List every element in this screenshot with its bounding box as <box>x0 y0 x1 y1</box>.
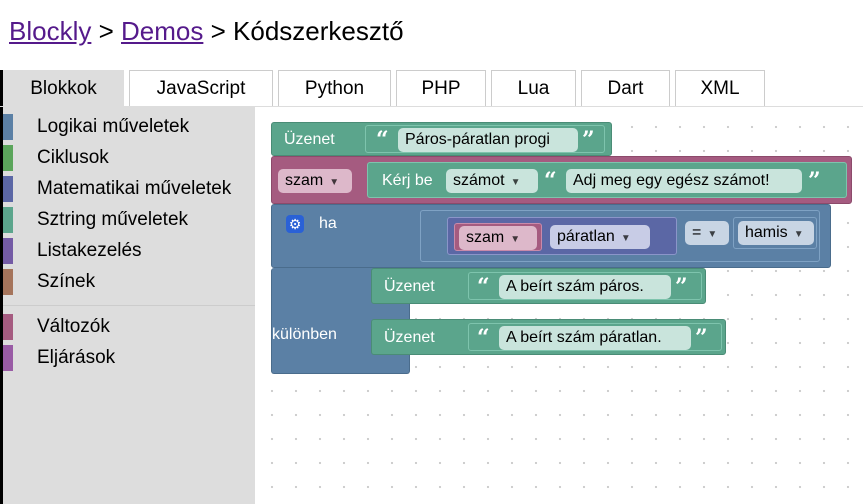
quote-open-icon: “ <box>477 274 490 300</box>
prompt-block[interactable]: Kérj be számot ▼ “ Adj meg egy egész szám… <box>367 162 847 198</box>
tab-dart[interactable]: Dart <box>581 70 670 107</box>
tab-javascript[interactable]: JavaScript <box>129 70 273 107</box>
chevron-down-icon: ▼ <box>707 229 718 240</box>
text-block[interactable]: “ Páros-páratlan progi ” <box>365 125 605 153</box>
text-field[interactable]: Páros-páratlan progi <box>398 128 578 152</box>
breadcrumb-separator: > <box>98 16 114 46</box>
property-dropdown[interactable]: páratlan ▼ <box>550 225 650 249</box>
toolbox-category-lists[interactable]: Listakezelés <box>3 238 255 264</box>
variable-get-block[interactable]: szam ▼ <box>454 223 542 251</box>
boolean-value: hamis <box>745 224 788 241</box>
print-label: Üzenet <box>284 131 335 148</box>
variable-name: szam <box>466 229 505 246</box>
category-label: Logikai műveletek <box>37 116 190 137</box>
gear-icon[interactable]: ⚙ <box>286 215 304 233</box>
boolean-dropdown[interactable]: hamis ▼ <box>738 221 814 245</box>
category-color-swatch <box>3 145 13 171</box>
toolbox-category-logic[interactable]: Logikai műveletek <box>3 114 255 140</box>
else-label: különben <box>272 326 337 343</box>
prompt-type-value: számot <box>453 172 505 189</box>
chevron-down-icon: ▼ <box>329 177 340 188</box>
quote-open-icon: “ <box>376 127 389 153</box>
toolbox-separator <box>3 305 255 306</box>
toolbox-category-math[interactable]: Matematikai műveletek <box>3 176 255 202</box>
breadcrumb-blockly-link[interactable]: Blockly <box>9 16 91 46</box>
category-label: Matematikai műveletek <box>37 178 232 199</box>
toolbox-category-loops[interactable]: Ciklusok <box>3 145 255 171</box>
blockly-workspace[interactable]: Üzenet “ Páros-páratlan progi ” szam ▼ Ké… <box>255 107 863 504</box>
toolbox: Logikai műveletek Ciklusok Matematikai m… <box>3 107 255 504</box>
math-property-block[interactable]: szam ▼ páratlan ▼ <box>447 217 677 255</box>
breadcrumb: Blockly > Demos > Kódszerkesztő <box>9 16 404 47</box>
quote-close-icon: ” <box>675 274 688 300</box>
tab-xml[interactable]: XML <box>675 70 765 107</box>
operator-value: = <box>692 224 702 241</box>
text-block[interactable]: “ A beírt szám páratlan. ” <box>468 323 722 351</box>
toolbox-category-variables[interactable]: Változók <box>3 314 255 340</box>
page-title: Kódszerkesztő <box>233 16 404 46</box>
tab-lua[interactable]: Lua <box>491 70 576 107</box>
variable-dropdown[interactable]: szam ▼ <box>459 226 537 250</box>
tab-bar: Blokkok JavaScript Python PHP Lua Dart X… <box>0 70 863 107</box>
print-block[interactable]: Üzenet “ A beírt szám páros. ” <box>371 268 706 304</box>
quote-open-icon: “ <box>477 325 490 351</box>
breadcrumb-separator: > <box>210 16 226 46</box>
quote-close-icon: ” <box>695 325 708 351</box>
toolbox-category-procedures[interactable]: Eljárások <box>3 345 255 371</box>
chevron-down-icon: ▼ <box>793 229 804 240</box>
if-label: ha <box>319 215 337 232</box>
category-color-swatch <box>3 314 13 340</box>
prompt-type-dropdown[interactable]: számot ▼ <box>446 169 538 193</box>
category-label: Ciklusok <box>37 147 109 168</box>
category-color-swatch <box>3 114 13 140</box>
category-label: Sztring műveletek <box>37 209 189 230</box>
category-color-swatch <box>3 207 13 233</box>
category-label: Listakezelés <box>37 240 142 261</box>
quote-close-icon: ” <box>808 168 821 194</box>
boolean-block[interactable]: hamis ▼ <box>733 217 817 249</box>
chevron-down-icon: ▼ <box>510 177 521 188</box>
chevron-down-icon: ▼ <box>510 234 521 245</box>
variable-name: szam <box>285 172 324 189</box>
category-color-swatch <box>3 176 13 202</box>
text-block[interactable]: “ A beírt szám páros. ” <box>468 272 702 300</box>
quote-open-icon: “ <box>544 168 557 194</box>
prompt-label: Kérj be <box>382 172 433 189</box>
text-field[interactable]: A beírt szám páros. <box>499 275 671 299</box>
toolbox-category-colour[interactable]: Színek <box>3 269 255 295</box>
category-color-swatch <box>3 238 13 264</box>
tab-blocks[interactable]: Blokkok <box>3 70 124 107</box>
property-value: páratlan <box>557 228 615 245</box>
chevron-down-icon: ▼ <box>620 233 631 244</box>
category-label: Változók <box>37 316 110 337</box>
tab-python[interactable]: Python <box>278 70 391 107</box>
print-block[interactable]: Üzenet “ A beírt szám páratlan. ” <box>371 319 726 355</box>
text-field[interactable]: Adj meg egy egész számot! <box>566 169 802 193</box>
category-color-swatch <box>3 345 13 371</box>
print-label: Üzenet <box>384 278 435 295</box>
tab-php[interactable]: PHP <box>396 70 486 107</box>
print-label: Üzenet <box>384 329 435 346</box>
category-color-swatch <box>3 269 13 295</box>
toolbox-category-text[interactable]: Sztring műveletek <box>3 207 255 233</box>
compare-block[interactable]: szam ▼ páratlan ▼ = ▼ hamis ▼ <box>420 210 820 262</box>
quote-close-icon: ” <box>582 127 595 153</box>
variable-dropdown[interactable]: szam ▼ <box>278 169 352 193</box>
category-label: Színek <box>37 271 96 292</box>
operator-dropdown[interactable]: = ▼ <box>685 221 729 245</box>
category-label: Eljárások <box>37 347 116 368</box>
breadcrumb-demos-link[interactable]: Demos <box>121 16 203 46</box>
text-field[interactable]: A beírt szám páratlan. <box>499 326 691 350</box>
